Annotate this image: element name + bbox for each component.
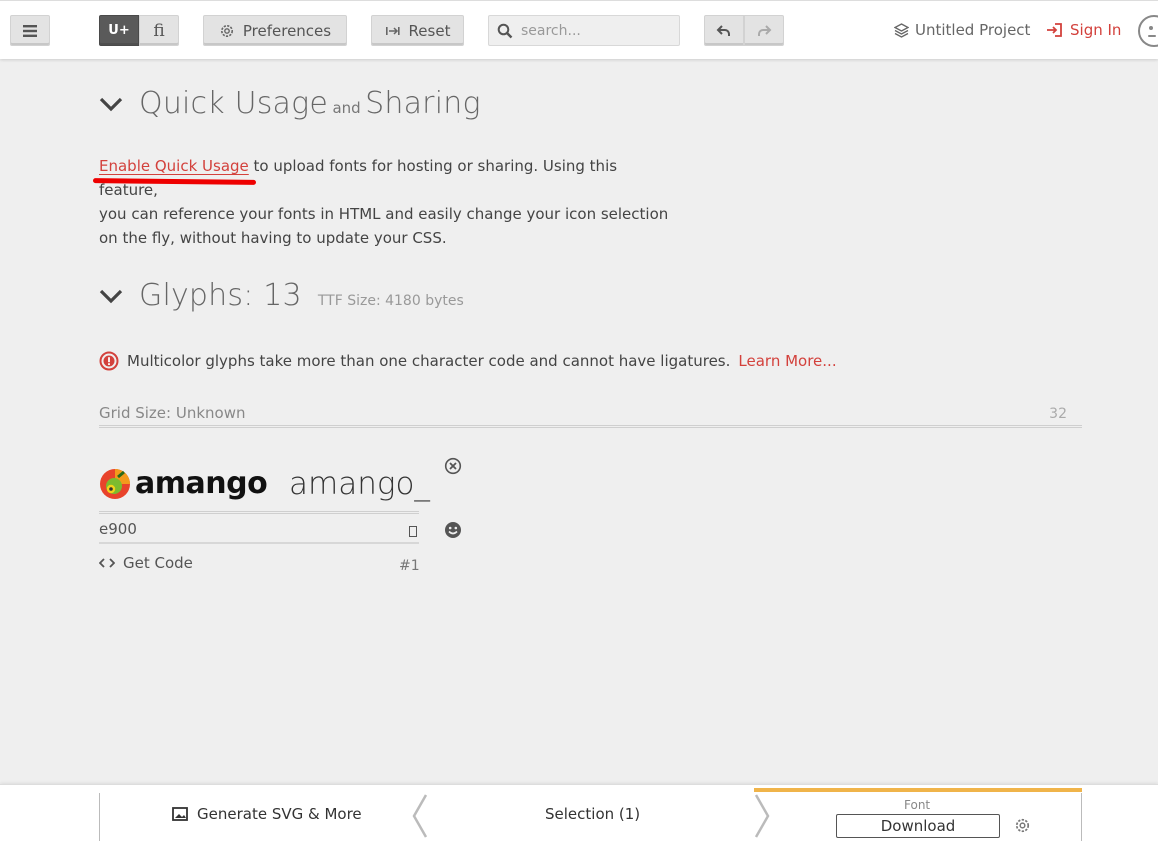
- quick-usage-title-part1: Quick Usage: [139, 86, 328, 121]
- quick-usage-header[interactable]: Quick Usage and Sharing: [99, 86, 481, 121]
- grid-size-label: Grid Size: Unknown: [99, 404, 246, 422]
- chevron-down-icon: [99, 97, 123, 111]
- code-brackets-icon: [99, 558, 115, 568]
- sign-in-label: Sign In: [1070, 21, 1122, 39]
- preferences-button[interactable]: Preferences: [203, 15, 347, 46]
- glyph-char-box-icon: [409, 526, 417, 537]
- get-code-button[interactable]: Get Code: [99, 554, 193, 572]
- quick-usage-title: Quick Usage and Sharing: [139, 86, 481, 121]
- search-icon: [497, 23, 513, 38]
- ligature-toggle-label: fi: [153, 20, 165, 41]
- glyph-index: #1: [399, 558, 420, 574]
- undo-icon: [716, 24, 730, 36]
- gear-icon: [220, 24, 233, 37]
- step-divider-icon: [412, 794, 428, 838]
- learn-more-link[interactable]: Learn More...: [738, 352, 836, 370]
- remove-glyph-icon[interactable]: [444, 457, 462, 475]
- project-title: Untitled Project: [915, 21, 1031, 39]
- glyph-name-field[interactable]: amango_: [289, 466, 430, 502]
- smiley-icon[interactable]: [444, 521, 462, 539]
- sign-in-icon: [1047, 23, 1062, 37]
- quick-usage-title-and: and: [332, 99, 361, 117]
- redo-button[interactable]: [744, 15, 784, 46]
- preferences-label: Preferences: [242, 21, 332, 40]
- layers-icon: [894, 22, 909, 38]
- avatar[interactable]: [1138, 15, 1158, 47]
- glyph-code[interactable]: e900: [99, 520, 137, 542]
- unicode-toggle-label: U+: [108, 23, 130, 38]
- glyph-name-underline: [99, 511, 419, 514]
- font-label: Font: [904, 798, 931, 812]
- ligature-toggle-button[interactable]: fi: [139, 15, 179, 46]
- enable-quick-usage-link[interactable]: Enable Quick Usage: [99, 157, 249, 175]
- project-selector[interactable]: Untitled Project: [894, 21, 1030, 39]
- search-box: [488, 15, 680, 46]
- sign-in-button[interactable]: Sign In: [1046, 21, 1121, 39]
- quick-usage-body-line3: on the fly, without having to update you…: [99, 229, 447, 247]
- download-button[interactable]: Download: [836, 814, 1000, 838]
- menu-button[interactable]: [10, 15, 50, 46]
- notice-text: Multicolor glyphs take more than one cha…: [127, 352, 731, 370]
- top-toolbar: U+ fi Preferences Reset Untitled Project…: [0, 0, 1158, 59]
- image-icon: [172, 807, 188, 821]
- search-input[interactable]: [521, 22, 671, 39]
- undo-button[interactable]: [704, 15, 744, 46]
- selection-count[interactable]: Selection (1): [545, 805, 640, 823]
- bottom-bar: Generate SVG & More Selection (1) Font D…: [0, 784, 1158, 841]
- quick-usage-body-line2: you can reference your fonts in HTML and…: [99, 205, 669, 223]
- get-code-label: Get Code: [123, 554, 193, 572]
- generate-svg-label: Generate SVG & More: [197, 805, 362, 823]
- glyphs-header[interactable]: Glyphs: 13 TTF Size: 4180 bytes: [99, 278, 464, 313]
- ttf-size: TTF Size: 4180 bytes: [317, 293, 464, 309]
- glyphs-title: Glyphs: 13: [139, 278, 302, 313]
- glyph-logo-text: amango: [135, 466, 268, 501]
- bottom-bar-right-edge: [1081, 793, 1082, 841]
- chevron-down-icon: [99, 289, 123, 303]
- font-panel: Font Download: [754, 788, 1082, 841]
- redo-icon: [758, 24, 772, 36]
- quick-usage-description: Enable Quick Usage to upload fonts for h…: [99, 154, 669, 250]
- glyph-code-row[interactable]: e900: [99, 520, 419, 544]
- multicolor-notice: Multicolor glyphs take more than one cha…: [99, 351, 837, 371]
- reset-label: Reset: [408, 21, 451, 40]
- bottom-bar-left-edge: [99, 793, 100, 841]
- font-settings-gear-icon[interactable]: [1014, 817, 1031, 834]
- quick-usage-title-part2: Sharing: [365, 86, 481, 121]
- grid-size-row: Grid Size: Unknown 32: [99, 404, 1082, 428]
- glyph-preview[interactable]: amango: [99, 466, 268, 501]
- hamburger-icon: [23, 24, 37, 37]
- amango-logo-icon: [100, 468, 130, 499]
- reset-arrow-icon: [385, 26, 400, 35]
- unicode-toggle-button[interactable]: U+: [99, 15, 139, 46]
- generate-svg-button[interactable]: Generate SVG & More: [172, 805, 362, 823]
- grid-size-number[interactable]: 32: [1049, 404, 1082, 422]
- reset-button[interactable]: Reset: [371, 15, 464, 46]
- info-icon: [99, 351, 119, 371]
